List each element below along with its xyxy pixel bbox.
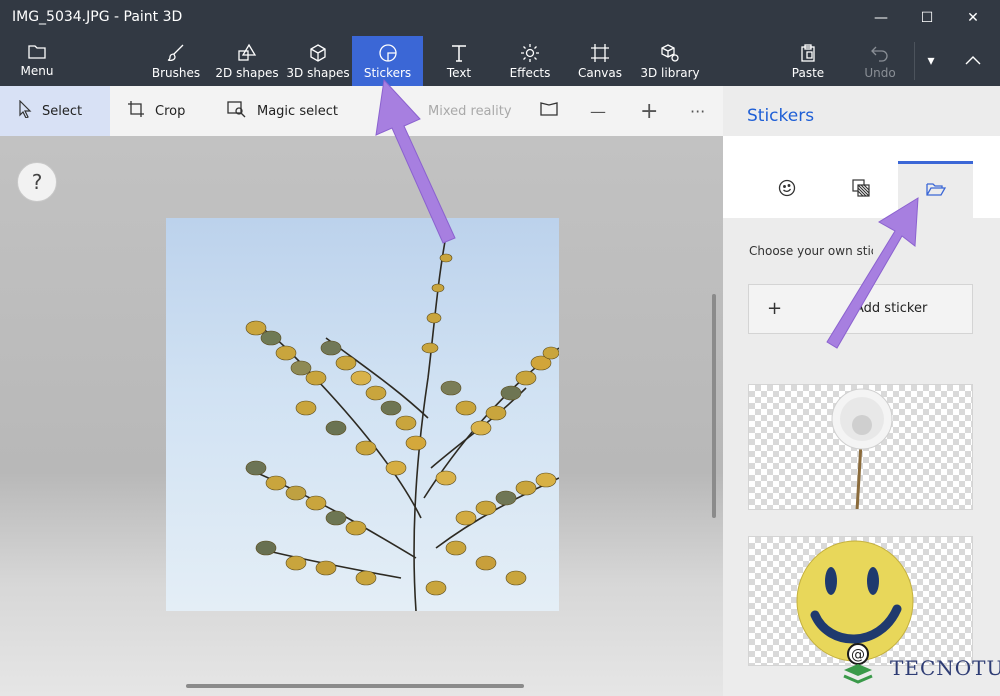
magic-select-icon [227, 100, 257, 122]
undo-button[interactable]: Undo [860, 36, 900, 86]
select-button[interactable]: Select [0, 86, 110, 136]
minimize-button[interactable]: — [858, 0, 904, 36]
sticker-tabs [723, 136, 1000, 218]
2d-shapes-icon [237, 42, 257, 64]
close-icon: ✕ [967, 10, 979, 26]
horizontal-scrollbar[interactable] [186, 684, 524, 688]
undo-label: Undo [864, 66, 896, 80]
minimize-icon: — [874, 10, 888, 26]
view-3d-button[interactable] [540, 86, 568, 136]
minus-icon: — [590, 101, 606, 121]
help-icon: ? [31, 170, 43, 194]
watermark-text: TECNOTUTO [890, 656, 1000, 680]
dandelion-sticker [831, 388, 893, 509]
tab-custom-stickers[interactable] [898, 161, 973, 218]
more-icon: ··· [690, 101, 706, 121]
plus-icon: + [767, 298, 783, 319]
chevron-down-icon: ▾ [927, 53, 935, 69]
plus-icon: + [640, 98, 659, 124]
tool-3d-shapes[interactable]: 3D shapes [284, 36, 352, 86]
zoom-out-button[interactable]: — [590, 86, 606, 136]
maximize-button[interactable]: ☐ [904, 0, 950, 36]
tool-text[interactable]: Text [438, 36, 480, 86]
tool-label: 3D shapes [286, 66, 350, 80]
paste-button[interactable]: Paste [786, 36, 830, 86]
3d-shapes-icon [308, 42, 328, 64]
tool-brushes[interactable]: Brushes [148, 36, 204, 86]
mixed-reality-button[interactable]: Mixed reality [428, 86, 512, 136]
chevron-up-icon [965, 53, 981, 69]
close-button[interactable]: ✕ [950, 0, 996, 36]
effects-icon [520, 42, 540, 64]
tab-stickers[interactable] [749, 161, 824, 218]
crop-icon [127, 100, 155, 122]
more-options-button[interactable]: ▾ [914, 43, 948, 79]
choose-own-sticker-text: Choose your own sticker [749, 244, 873, 258]
stickers-icon [378, 42, 398, 64]
folder-open-icon [925, 181, 946, 201]
tool-label: Brushes [151, 66, 201, 80]
menu-button[interactable]: Menu [12, 36, 62, 86]
window-title: IMG_5034.JPG - Paint 3D [12, 9, 183, 25]
stickers-panel: Stickers Choose your own sticker + Add s… [723, 86, 1000, 696]
tool-label: Stickers [363, 66, 412, 80]
undo-icon [870, 42, 890, 64]
tool-effects[interactable]: Effects [507, 36, 553, 86]
main-ribbon: Menu Brushes 2D shapes 3D shapes Sticker… [0, 36, 1000, 86]
3d-library-icon [660, 42, 680, 64]
canvas-icon [590, 42, 610, 64]
tool-label: 2D shapes [215, 66, 279, 80]
view-3d-icon [540, 101, 568, 121]
watermark-logo-icon: @ [843, 643, 873, 684]
tree-branches-photo [245, 235, 559, 611]
texture-icon [851, 178, 870, 201]
select-label: Select [42, 103, 83, 119]
crop-label: Crop [155, 103, 186, 119]
crop-button[interactable]: Crop [127, 86, 185, 136]
svg-text:@: @ [851, 647, 865, 663]
tool-label: Effects [509, 66, 551, 80]
paste-label: Paste [791, 66, 825, 80]
sticker-thumbnail-dandelion[interactable] [748, 384, 973, 510]
tool-2d-shapes[interactable]: 2D shapes [213, 36, 281, 86]
title-bar: IMG_5034.JPG - Paint 3D — ☐ ✕ [0, 0, 1000, 36]
zoom-in-button[interactable]: + [640, 86, 658, 136]
magic-select-label: Magic select [257, 103, 338, 119]
maximize-icon: ☐ [920, 10, 934, 26]
magic-select-button[interactable]: Magic select [227, 86, 338, 136]
tool-label: Canvas [577, 66, 623, 80]
tool-canvas[interactable]: Canvas [576, 36, 624, 86]
sticker-face-icon [778, 179, 796, 201]
more-tools-button[interactable]: ··· [690, 86, 705, 136]
collapse-ribbon-button[interactable] [952, 43, 994, 79]
add-sticker-label: Add sticker [855, 301, 928, 316]
folder-icon [28, 40, 46, 62]
add-sticker-button[interactable]: + Add sticker [748, 284, 973, 334]
cursor-icon [18, 99, 42, 122]
brush-icon [166, 42, 186, 64]
tool-label: 3D library [640, 66, 700, 80]
tool-stickers[interactable]: Stickers [352, 36, 423, 86]
text-icon [449, 42, 469, 64]
vertical-scrollbar[interactable] [712, 294, 716, 518]
canvas-area[interactable]: ? [0, 136, 723, 696]
menu-label: Menu [20, 64, 54, 78]
tool-3d-library[interactable]: 3D library [638, 36, 702, 86]
mixed-reality-label: Mixed reality [428, 103, 512, 119]
paste-icon [798, 42, 818, 64]
panel-title: Stickers [747, 106, 815, 126]
tool-label: Text [446, 66, 472, 80]
watermark: @ TECNOTUTO [838, 642, 1000, 692]
help-button[interactable]: ? [17, 162, 57, 202]
tab-textures[interactable] [823, 161, 898, 218]
canvas-image[interactable] [166, 218, 559, 611]
secondary-toolbar: Select Crop Magic select Mixed reality —… [0, 86, 723, 136]
